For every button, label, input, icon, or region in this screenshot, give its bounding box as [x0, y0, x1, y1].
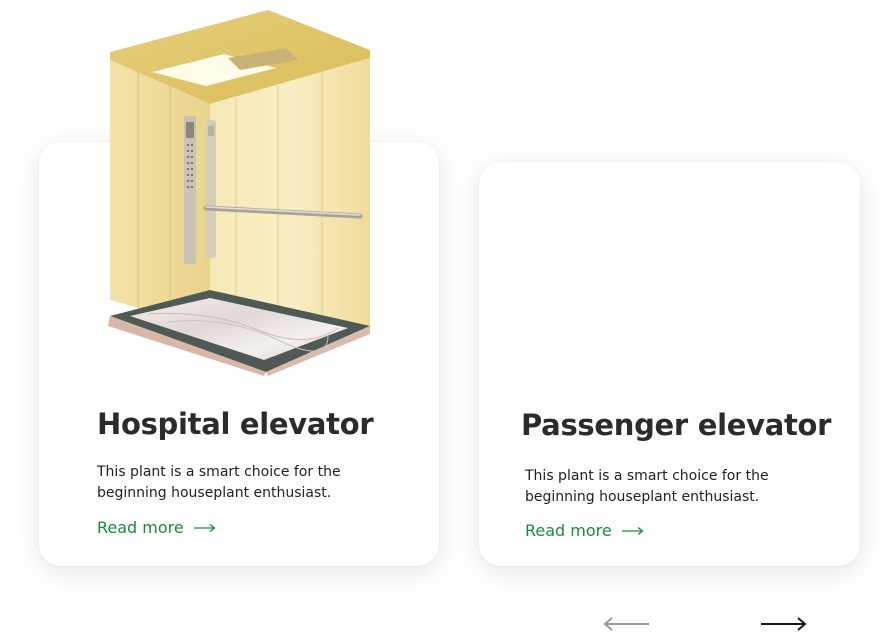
product-card-passenger: Passenger elevator This plant is a smart… — [479, 162, 860, 566]
elevator-cabin-image — [108, 10, 370, 376]
card-title: Passenger elevator — [521, 408, 832, 442]
card-description: This plant is a smart choice for the beg… — [525, 468, 769, 505]
read-more-link[interactable]: Read more — [525, 521, 644, 540]
arrow-right-icon — [193, 523, 216, 532]
read-more-label: Read more — [97, 518, 184, 537]
arrow-right-icon[interactable] — [759, 614, 807, 634]
read-more-label: Read more — [525, 521, 612, 540]
arrow-left-icon[interactable] — [603, 614, 651, 634]
card-title: Hospital elevator — [97, 407, 374, 441]
card-description: This plant is a smart choice for the beg… — [97, 464, 341, 501]
read-more-link[interactable]: Read more — [97, 518, 216, 537]
arrow-right-icon — [621, 526, 644, 535]
